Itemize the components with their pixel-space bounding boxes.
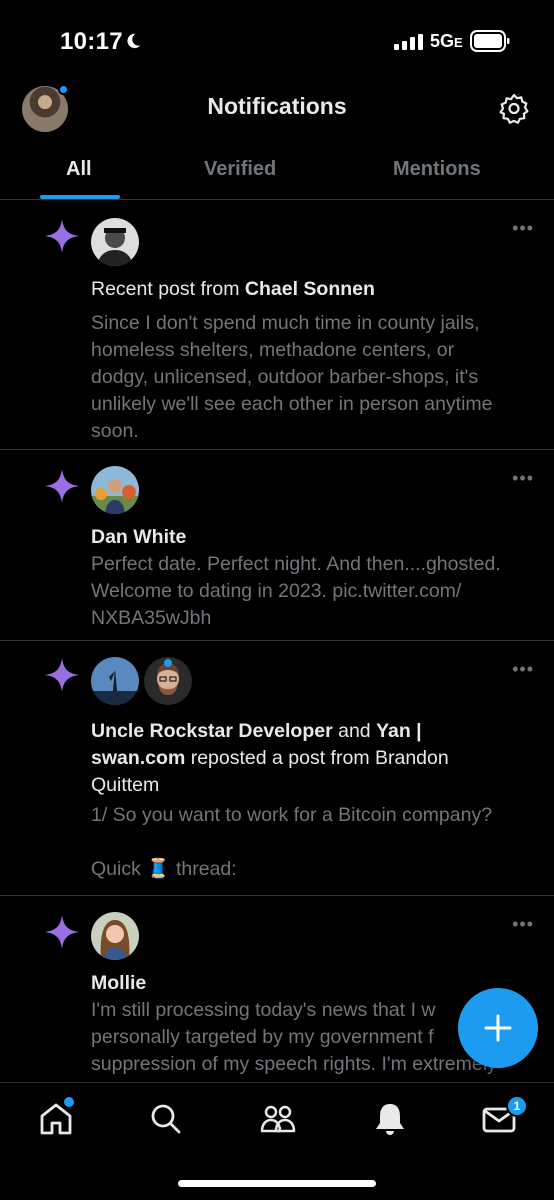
more-options-icon[interactable]: ••• xyxy=(512,914,534,935)
tab-all[interactable]: All xyxy=(66,158,92,181)
avatar[interactable] xyxy=(144,657,192,705)
user-name[interactable]: Yan | xyxy=(376,720,422,742)
moon-icon xyxy=(127,33,141,49)
notification-item[interactable]: ••• Recent post from Chael Sonnen Since … xyxy=(0,200,554,450)
home-unread-dot xyxy=(64,1097,74,1107)
battery-icon xyxy=(470,30,510,52)
page-title: Notifications xyxy=(207,93,347,119)
post-text-line: Perfect date. Perfect night. And then...… xyxy=(91,553,501,575)
tab-mentions[interactable]: Mentions xyxy=(393,158,481,181)
more-options-icon[interactable]: ••• xyxy=(512,218,534,239)
user-name[interactable]: Uncle Rockstar Developer xyxy=(91,720,333,742)
signal-icon xyxy=(394,34,423,50)
post-text-line: dodgy, unlicensed, outdoor barber-shops,… xyxy=(91,366,479,388)
more-options-icon[interactable]: ••• xyxy=(512,468,534,489)
post-text-line: Quick 🧵 thread: xyxy=(91,858,237,880)
messages-badge: 1 xyxy=(506,1095,528,1117)
repost-header-line: Uncle Rockstar Developer and Yan | xyxy=(91,720,422,742)
tab-verified[interactable]: Verified xyxy=(204,158,276,181)
user-name[interactable]: Chael Sonnen xyxy=(245,278,375,300)
sparkle-icon xyxy=(45,219,79,253)
post-text-line: unlikely we'll see each other in person … xyxy=(91,393,493,415)
avatar[interactable] xyxy=(91,218,139,266)
post-text-line: homeless shelters, methadone centers, or xyxy=(91,339,455,361)
post-text-line: 1/ So you want to work for a Bitcoin com… xyxy=(91,804,493,826)
search-icon[interactable] xyxy=(146,1099,186,1139)
home-indicator[interactable] xyxy=(178,1180,376,1187)
gear-icon[interactable] xyxy=(498,92,530,124)
thread-emoji: 🧵 xyxy=(146,858,171,880)
post-text-line: I'm still processing today's news that I… xyxy=(91,999,436,1021)
network-indicator: 5GE xyxy=(430,31,463,51)
tab-bar: All Verified Mentions xyxy=(0,140,554,200)
user-name[interactable]: Dan White xyxy=(91,524,186,551)
notification-item[interactable]: ••• Uncle Rockstar Developer and Yan | s… xyxy=(0,641,554,896)
header: Notifications xyxy=(0,80,554,140)
post-text-line: Since I don't spend much time in county … xyxy=(91,312,480,334)
avatar[interactable] xyxy=(91,657,139,705)
plus-icon xyxy=(484,1014,512,1042)
communities-icon[interactable] xyxy=(258,1099,298,1139)
notification-item[interactable]: ••• Dan White Perfect date. Perfect nigh… xyxy=(0,450,554,641)
post-text-line: personally targeted by my government f xyxy=(91,1026,434,1048)
user-name[interactable]: swan.com xyxy=(91,747,185,769)
post-text-line: NXBA35wJbh xyxy=(91,607,212,629)
status-time: 10:17 xyxy=(60,28,123,55)
post-text-line: Welcome to dating in 2023. pic.twitter.c… xyxy=(91,580,462,602)
sparkle-icon xyxy=(45,658,79,692)
more-options-icon[interactable]: ••• xyxy=(512,659,534,680)
avatar[interactable] xyxy=(91,466,139,514)
notifications-bell-icon[interactable] xyxy=(370,1099,410,1139)
sparkle-icon xyxy=(45,915,79,949)
user-name[interactable]: Mollie xyxy=(91,970,146,997)
repost-header-line: Quittem xyxy=(91,774,160,796)
notification-header: Recent post from Chael Sonnen xyxy=(91,278,375,300)
compose-button[interactable] xyxy=(458,988,538,1068)
post-text-line: suppression of my speech rights. I'm ext… xyxy=(91,1053,497,1075)
sparkle-icon xyxy=(45,469,79,503)
status-bar: 10:17 5GE xyxy=(0,0,554,80)
avatar[interactable] xyxy=(91,912,139,960)
active-tab-indicator xyxy=(40,195,120,199)
repost-header-line: swan.com reposted a post from Brandon xyxy=(91,747,449,769)
post-text-line: soon. xyxy=(91,420,139,442)
